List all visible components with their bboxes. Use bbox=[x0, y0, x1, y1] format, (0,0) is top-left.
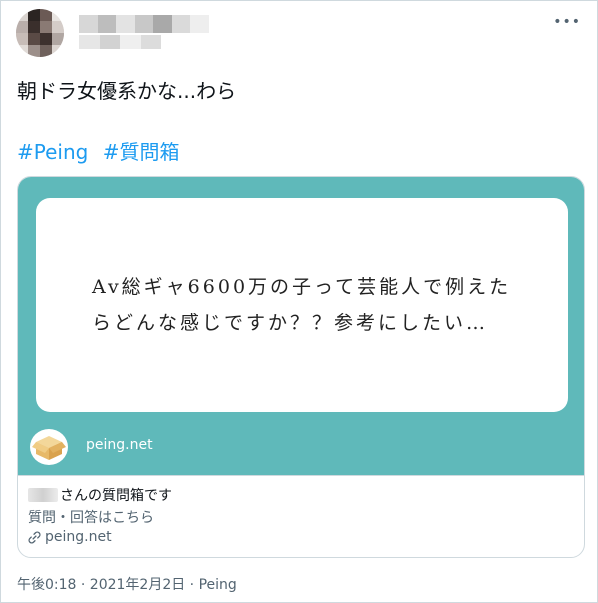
card-info[interactable]: さんの質問箱です 質問・回答はこちら peing.net bbox=[18, 475, 584, 557]
question-line-1: Av総ギャ6600万の子って芸能人で例えた bbox=[92, 276, 512, 298]
link-icon bbox=[28, 530, 41, 544]
peing-box-icon bbox=[30, 429, 68, 465]
more-horizontal-icon[interactable]: ••• bbox=[553, 15, 581, 29]
card-image-domain: peing.net bbox=[86, 437, 153, 453]
tweet-timestamp[interactable]: 午後0:18 · 2021年2月2日 · Peing bbox=[17, 574, 237, 594]
question-text: Av総ギャ6600万の子って芸能人で例えた らどんな感じですか？？参考にしたい… bbox=[92, 269, 512, 341]
avatar[interactable] bbox=[16, 9, 64, 57]
hashtag-shitsumonbako[interactable]: #質問箱 bbox=[103, 140, 180, 164]
link-preview-card[interactable]: Av総ギャ6600万の子って芸能人で例えた らどんな感じですか？？参考にしたい…… bbox=[17, 176, 585, 558]
card-link-domain: peing.net bbox=[45, 529, 112, 545]
hashtag-peing[interactable]: #Peing bbox=[17, 140, 88, 164]
display-name-redacted[interactable] bbox=[79, 15, 210, 33]
tweet-card-frame: ••• 朝ドラ女優系かな...わら #Peing #質問箱 Av総ギャ6600万… bbox=[0, 0, 598, 603]
question-line-2: らどんな感じですか？？参考にしたい… bbox=[92, 312, 489, 334]
question-box: Av総ギャ6600万の子って芸能人で例えた らどんな感じですか？？参考にしたい… bbox=[36, 198, 568, 412]
hashtag-row: #Peing #質問箱 bbox=[17, 138, 187, 166]
tweet-text: 朝ドラ女優系かな...わら bbox=[17, 79, 237, 103]
card-image[interactable]: Av総ギャ6600万の子って芸能人で例えた らどんな感じですか？？参考にしたい…… bbox=[18, 177, 584, 475]
card-title: さんの質問箱です bbox=[28, 485, 172, 505]
card-title-suffix: さんの質問箱です bbox=[60, 488, 172, 504]
username-redacted[interactable] bbox=[79, 35, 161, 49]
card-description: 質問・回答はこちら bbox=[28, 510, 154, 526]
card-link[interactable]: peing.net bbox=[28, 529, 112, 545]
title-name-redacted bbox=[28, 488, 58, 502]
